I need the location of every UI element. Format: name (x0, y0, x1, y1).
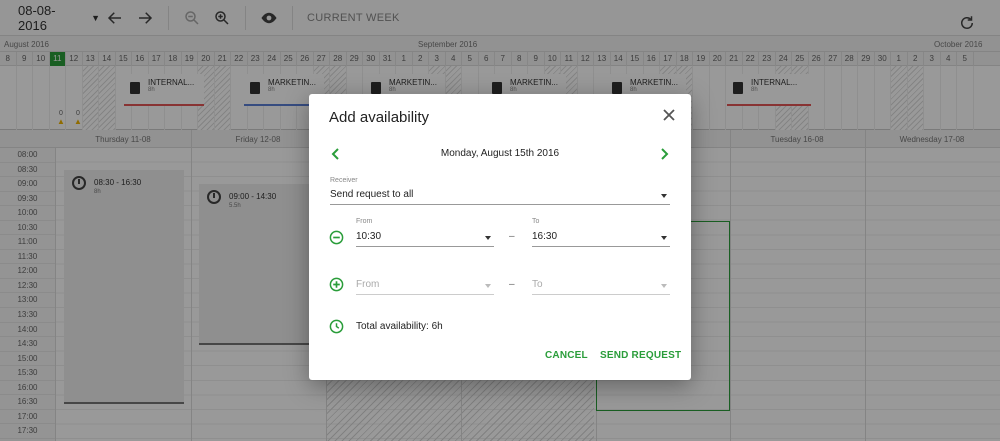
dropdown-arrow-icon (661, 284, 667, 288)
remove-circle-icon[interactable] (329, 230, 344, 245)
from-select[interactable]: 10:30 (356, 229, 494, 247)
chevron-right-icon[interactable] (657, 146, 671, 162)
selected-date: Monday, August 15th 2016 (440, 148, 560, 159)
new-to-select[interactable]: To (532, 277, 670, 295)
close-icon[interactable] (661, 107, 677, 123)
add-circle-icon[interactable] (329, 277, 344, 292)
clock-icon (329, 319, 344, 334)
date-navigator: Monday, August 15th 2016 (329, 146, 671, 162)
dropdown-arrow-icon (661, 194, 667, 198)
receiver-label: Receiver (330, 177, 358, 184)
range-separator: – (509, 231, 515, 242)
from-value: 10:30 (356, 231, 382, 242)
cancel-button[interactable]: CANCEL (545, 350, 588, 361)
new-from-select[interactable]: From (356, 277, 494, 295)
to-label: To (532, 218, 540, 225)
total-availability: Total availability: 6h (356, 321, 443, 332)
dropdown-arrow-icon (485, 284, 491, 288)
to-value: 16:30 (532, 231, 558, 242)
to-placeholder: To (532, 279, 543, 290)
dropdown-arrow-icon (485, 236, 491, 240)
to-select[interactable]: 16:30 (532, 229, 670, 247)
range-separator: – (509, 279, 515, 290)
receiver-select[interactable]: Send request to all (330, 187, 670, 205)
from-placeholder: From (356, 279, 380, 290)
receiver-value: Send request to all (330, 189, 414, 200)
dropdown-arrow-icon (661, 236, 667, 240)
add-availability-dialog: Add availability Monday, August 15th 201… (309, 94, 691, 380)
from-label: From (356, 218, 373, 225)
send-request-button[interactable]: SEND REQUEST (600, 350, 681, 361)
dialog-title: Add availability (329, 109, 430, 126)
